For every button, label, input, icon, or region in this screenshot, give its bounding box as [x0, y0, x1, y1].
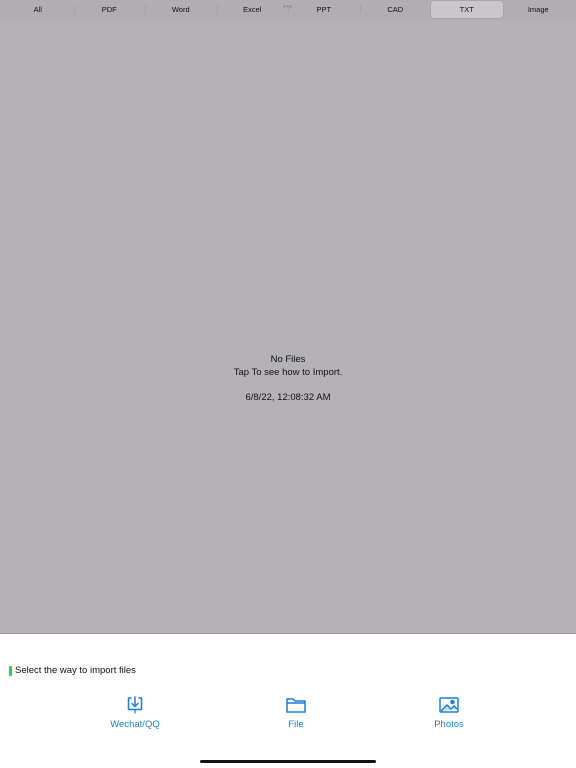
tab-all[interactable]: All — [2, 1, 74, 18]
empty-state[interactable]: No Files Tap To see how to Import. 6/8/2… — [0, 353, 576, 404]
photos-label: Photos — [434, 719, 464, 730]
import-photos-button[interactable]: Photos — [404, 695, 494, 730]
tab-cad[interactable]: CAD — [359, 1, 432, 18]
import-bottom-sheet: Select the way to import files Wechat/QQ… — [0, 633, 576, 768]
photo-icon — [438, 695, 460, 719]
wechat-qq-label: Wechat/QQ — [110, 719, 160, 730]
sheet-title: Select the way to import files — [9, 665, 136, 676]
home-indicator[interactable] — [200, 760, 376, 763]
tab-image[interactable]: Image — [503, 1, 575, 18]
title-marker — [9, 665, 12, 676]
tab-ppt[interactable]: PPT — [288, 1, 360, 18]
download-tray-icon — [125, 695, 145, 719]
empty-title: No Files — [270, 354, 306, 365]
tab-pdf[interactable]: PDF — [73, 1, 146, 18]
timestamp: 6/8/22, 12:08:32 AM — [245, 392, 331, 403]
import-file-button[interactable]: File — [251, 695, 341, 730]
tab-excel[interactable]: Excel — [216, 1, 289, 18]
tab-txt[interactable]: TXT — [431, 1, 503, 18]
tab-word[interactable]: Word — [145, 1, 217, 18]
import-hint: Tap To see how to Import. — [233, 367, 343, 378]
file-label: File — [288, 719, 304, 730]
import-wechat-qq-button[interactable]: Wechat/QQ — [90, 695, 180, 730]
sheet-title-label: Select the way to import files — [15, 665, 136, 676]
multitasking-grabber[interactable]: *** — [283, 5, 293, 12]
folder-icon — [285, 695, 307, 719]
